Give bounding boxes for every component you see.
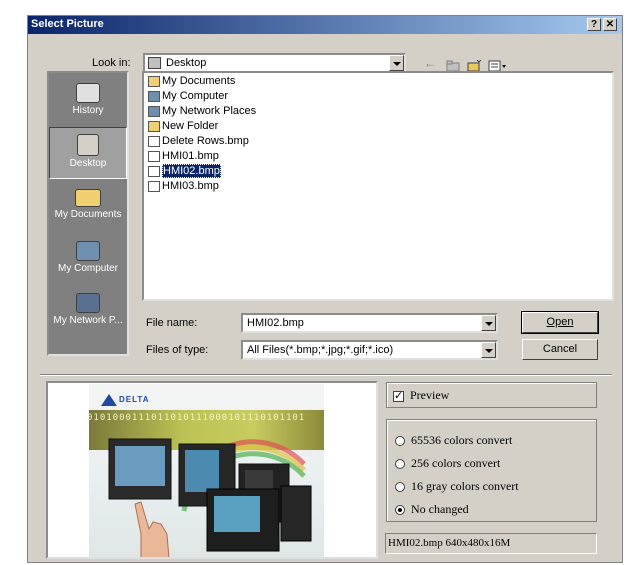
place-history[interactable]: History — [49, 75, 127, 127]
cancel-button[interactable]: Cancel — [522, 339, 598, 360]
file-name-label: File name: — [146, 317, 198, 329]
list-item[interactable]: My Network Places — [148, 105, 256, 120]
list-item-selected[interactable]: HMI02.bmp — [148, 164, 221, 180]
radio-icon[interactable] — [395, 436, 405, 447]
radio-icon[interactable] — [395, 505, 405, 516]
computer-icon — [148, 90, 160, 102]
option-256-colors[interactable]: 256 colors convert — [395, 456, 500, 471]
chevron-down-icon[interactable] — [389, 55, 404, 71]
file-name-value: HMI02.bmp — [247, 317, 304, 329]
help-button[interactable]: ? — [587, 18, 601, 31]
file-name-text: HMI02.bmp — [162, 164, 221, 179]
checkbox-icon[interactable] — [393, 389, 404, 402]
select-picture-dialog: Select Picture ? ✕ Look in: Desktop ← Hi… — [27, 15, 623, 563]
preview-pane: DELTA 0101000111011010111000101110101101 — [46, 381, 378, 559]
radio-icon[interactable] — [395, 459, 405, 470]
title-bar: Select Picture ? ✕ — [28, 16, 622, 34]
file-name-text: My Computer — [162, 90, 229, 103]
look-in-label: Look in: — [92, 57, 131, 69]
color-options-group: 65536 colors convert 256 colors convert … — [386, 419, 597, 522]
back-arrow-icon[interactable]: ← — [424, 56, 438, 70]
list-item[interactable]: HMI03.bmp — [148, 180, 219, 195]
network-icon — [148, 105, 160, 117]
place-desktop-label: Desktop — [69, 158, 107, 169]
place-my-computer-label: My Computer — [57, 263, 118, 274]
option-label: 65536 colors convert — [411, 433, 513, 447]
preview-group: Preview — [386, 382, 597, 408]
open-button[interactable]: Open — [521, 311, 599, 334]
status-text: HMI02.bmp 640x480x16M — [388, 537, 511, 549]
open-button-label: Open — [546, 316, 574, 328]
list-item[interactable]: New Folder — [148, 120, 218, 135]
look-in-dropdown[interactable]: Desktop — [143, 53, 406, 73]
preview-checkbox[interactable]: Preview — [393, 388, 449, 403]
network-icon — [76, 293, 100, 313]
option-no-changed[interactable]: No changed — [395, 502, 469, 517]
chevron-down-icon[interactable] — [481, 342, 496, 358]
chevron-down-icon[interactable] — [481, 315, 496, 331]
file-type-select[interactable]: All Files(*.bmp;*.jpg;*.gif;*.ico) — [241, 340, 498, 360]
file-name-input[interactable]: HMI02.bmp — [241, 313, 498, 333]
image-info-status: HMI02.bmp 640x480x16M — [385, 533, 597, 554]
place-my-computer[interactable]: My Computer — [49, 233, 127, 285]
place-history-label: History — [72, 105, 104, 116]
documents-icon — [148, 75, 160, 87]
desktop-icon — [77, 134, 99, 156]
list-item[interactable]: My Computer — [148, 90, 228, 105]
folder-icon — [148, 120, 160, 132]
preview-image: DELTA 0101000111011010111000101110101101 — [89, 384, 324, 557]
place-my-documents-label: My Documents — [54, 209, 122, 220]
desktop-icon — [148, 57, 161, 69]
computer-icon — [76, 241, 100, 261]
file-name-text: HMI01.bmp — [162, 150, 219, 163]
place-my-network[interactable]: My Network P... — [49, 285, 127, 337]
hmi-panels-illustration — [108, 438, 312, 557]
file-name-text: Delete Rows.bmp — [162, 135, 249, 148]
window-title: Select Picture — [31, 18, 104, 30]
bitmap-icon — [148, 180, 160, 192]
file-type-value: All Files(*.bmp;*.jpg;*.gif;*.ico) — [247, 344, 394, 356]
option-label: 16 gray colors convert — [411, 479, 519, 493]
history-icon — [76, 83, 100, 103]
option-65536-colors[interactable]: 65536 colors convert — [395, 433, 512, 448]
bitmap-icon — [148, 165, 160, 177]
bitmap-icon — [148, 135, 160, 147]
file-name-text: My Network Places — [162, 105, 257, 118]
place-my-network-label: My Network P... — [53, 315, 123, 326]
preview-label: Preview — [410, 388, 450, 402]
file-type-label: Files of type: — [146, 344, 209, 356]
documents-icon — [75, 189, 101, 207]
place-my-documents[interactable]: My Documents — [49, 179, 127, 231]
places-bar: History Desktop My Documents My Computer… — [47, 71, 129, 356]
file-name-text: My Documents — [162, 75, 236, 88]
bitmap-icon — [148, 150, 160, 162]
radio-icon[interactable] — [395, 482, 405, 493]
file-list[interactable]: My Documents My Computer My Network Plac… — [142, 71, 614, 301]
close-button[interactable]: ✕ — [603, 18, 617, 31]
look-in-value: Desktop — [166, 57, 207, 69]
list-item[interactable]: My Documents — [148, 75, 235, 90]
option-16-gray-colors[interactable]: 16 gray colors convert — [395, 479, 519, 494]
list-item[interactable]: HMI01.bmp — [148, 150, 219, 165]
file-name-text: HMI03.bmp — [162, 180, 219, 193]
list-item[interactable]: Delete Rows.bmp — [148, 135, 249, 150]
divider — [40, 374, 612, 376]
file-name-text: New Folder — [162, 120, 219, 133]
option-label: No changed — [411, 502, 469, 516]
option-label: 256 colors convert — [411, 456, 501, 470]
cancel-button-label: Cancel — [542, 343, 578, 355]
place-desktop[interactable]: Desktop — [49, 127, 127, 179]
